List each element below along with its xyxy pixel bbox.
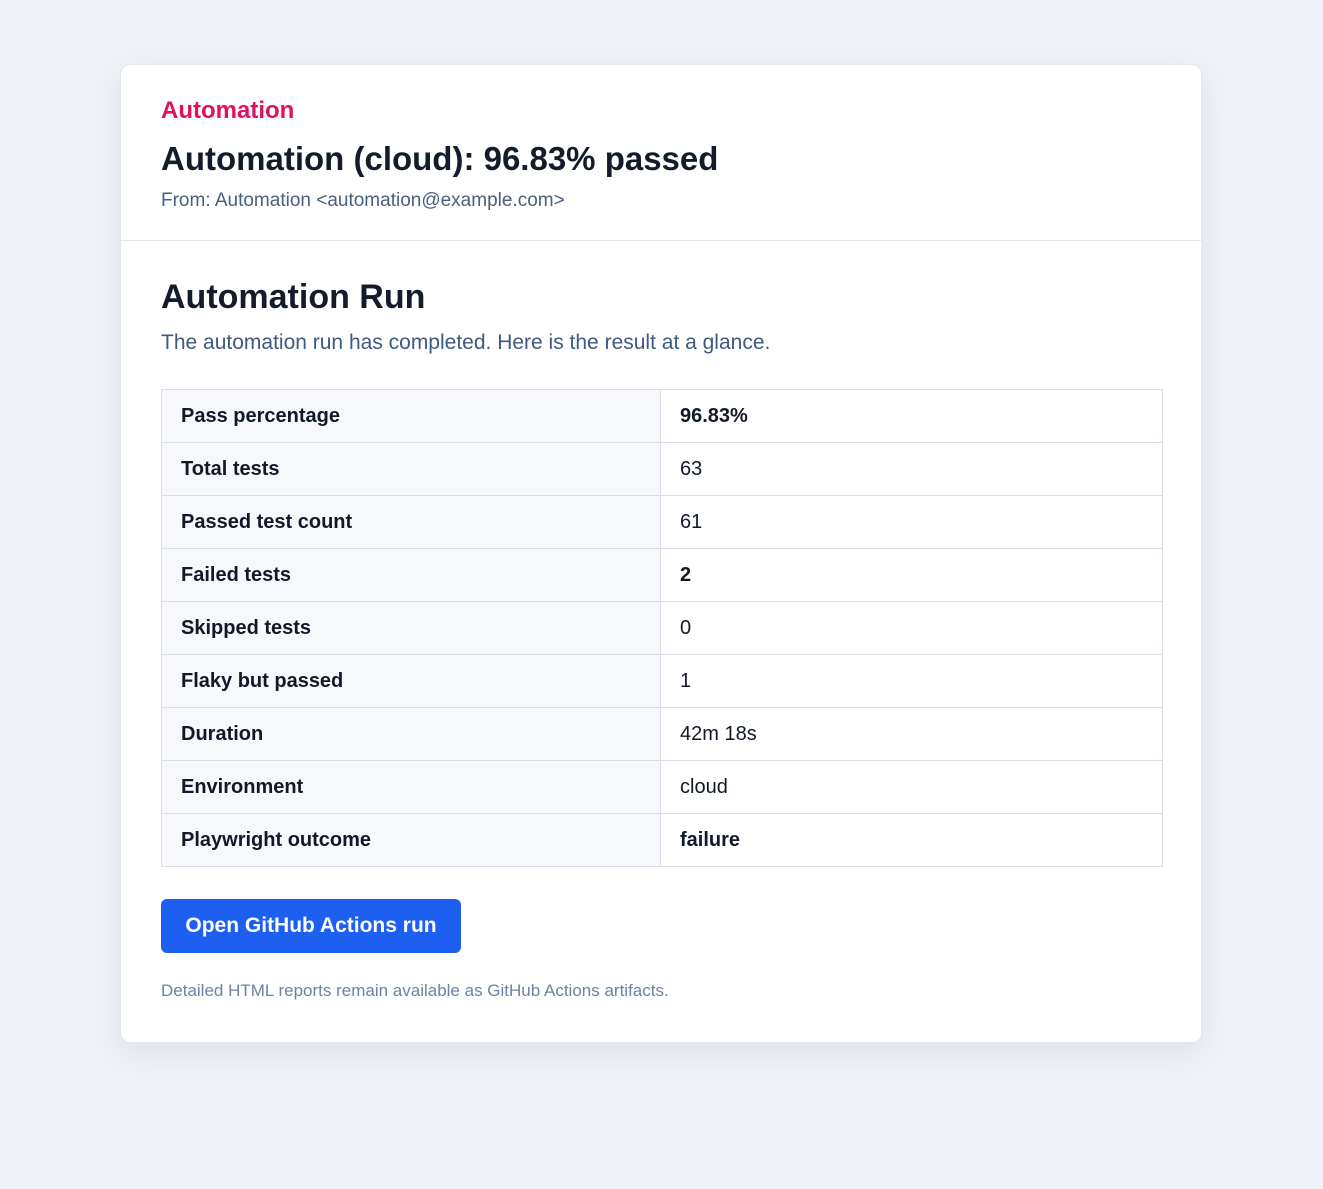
open-github-actions-run-button[interactable]: Open GitHub Actions run	[161, 899, 461, 953]
table-row-failed-tests: Failed tests 2	[161, 548, 1163, 602]
table-row-flaky-but-passed: Flaky but passed 1	[161, 654, 1163, 708]
table-row-skipped-tests: Skipped tests 0	[161, 601, 1163, 655]
table-row-duration: Duration 42m 18s	[161, 707, 1163, 761]
row-label: Duration	[161, 707, 661, 761]
row-value: 2	[660, 548, 1163, 602]
table-row-environment: Environment cloud	[161, 760, 1163, 814]
row-label: Flaky but passed	[161, 654, 661, 708]
row-value: 96.83%	[660, 389, 1163, 443]
email-header: Automation Automation (cloud): 96.83% pa…	[121, 65, 1201, 241]
row-value: 61	[660, 495, 1163, 549]
row-label: Playwright outcome	[161, 813, 661, 867]
run-title: Automation Run	[161, 278, 426, 316]
table-row-passed-test-count: Passed test count 61	[161, 495, 1163, 549]
row-label: Total tests	[161, 442, 661, 496]
table-row-pass-percentage: Pass percentage 96.83%	[161, 389, 1163, 443]
row-value: 42m 18s	[660, 707, 1163, 761]
results-table: Pass percentage 96.83% Total tests 63 Pa…	[161, 389, 1163, 867]
row-label: Failed tests	[161, 548, 661, 602]
email-body: Automation Run The automation run has co…	[121, 241, 1201, 1002]
row-value: failure	[660, 813, 1163, 867]
run-intro: The automation run has completed. Here i…	[161, 331, 771, 354]
email-subject: Automation (cloud): 96.83% passed	[161, 140, 719, 177]
row-value: cloud	[660, 760, 1163, 814]
row-value: 1	[660, 654, 1163, 708]
email-card: Automation Automation (cloud): 96.83% pa…	[120, 64, 1202, 1043]
table-row-total-tests: Total tests 63	[161, 442, 1163, 496]
row-label: Pass percentage	[161, 389, 661, 443]
row-label: Environment	[161, 760, 661, 814]
footnote: Detailed HTML reports remain available a…	[161, 981, 669, 1000]
row-label: Passed test count	[161, 495, 661, 549]
row-label: Skipped tests	[161, 601, 661, 655]
email-sender: From: Automation <automation@example.com…	[161, 190, 565, 211]
row-value: 0	[660, 601, 1163, 655]
table-row-playwright-outcome: Playwright outcome failure	[161, 813, 1163, 867]
row-value: 63	[660, 442, 1163, 496]
brand-label: Automation	[161, 97, 295, 124]
